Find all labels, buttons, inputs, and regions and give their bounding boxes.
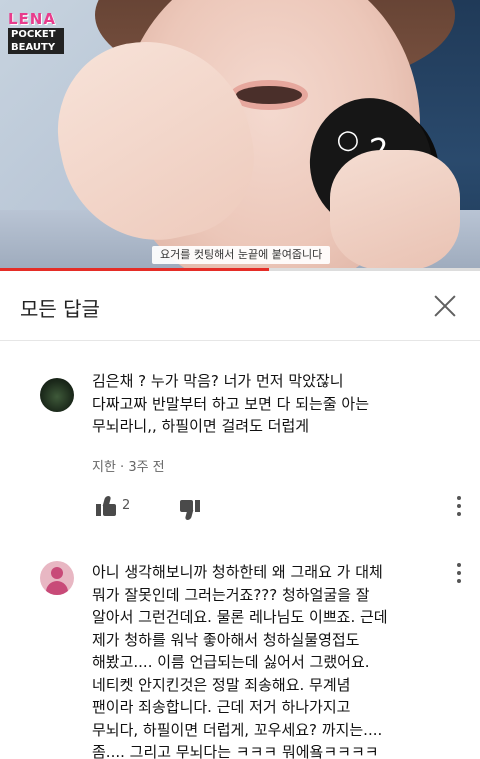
comment-actions: 2 (92, 494, 472, 522)
avatar[interactable] (40, 378, 74, 412)
video-hand-holding (330, 150, 460, 268)
comment-text: 김은채 ? 누가 막음? 너가 먼저 막았잖니 다짜고짜 반말부터 하고 보면 … (92, 372, 370, 435)
thumbs-down-icon[interactable] (180, 500, 200, 520)
video-caption: 요거를 컷팅해서 눈끝에 붙여줍니다 (152, 246, 331, 264)
like-count: 2 (122, 498, 131, 513)
replies-header: 모든 답글 (0, 271, 480, 341)
comment-meta: 지한 · 3주 전 (92, 460, 165, 475)
logo-text-beauty: BEAUTY (8, 41, 64, 54)
more-options-icon[interactable] (456, 563, 462, 585)
avatar[interactable] (40, 561, 74, 595)
logo-text-pocket: POCKET (8, 28, 64, 41)
close-icon[interactable] (428, 289, 462, 323)
replies-title: 모든 답글 (20, 297, 100, 321)
thumbs-up-icon[interactable] (96, 496, 116, 516)
more-options-icon[interactable] (456, 496, 462, 518)
channel-logo: LENA POCKET BEAUTY (8, 10, 64, 54)
comment-text: 아니 생각해보니까 청하한테 왜 그래요 가 대체 뭐가 잘못인데 그러는거죠?… (92, 563, 388, 759)
logo-text-lena: LENA (8, 10, 56, 28)
video-eye (236, 86, 302, 104)
video-player[interactable]: ○ 2 ~ LENA POCKET BEAUTY 요거를 컷팅해서 눈끝에 붙여… (0, 0, 480, 268)
